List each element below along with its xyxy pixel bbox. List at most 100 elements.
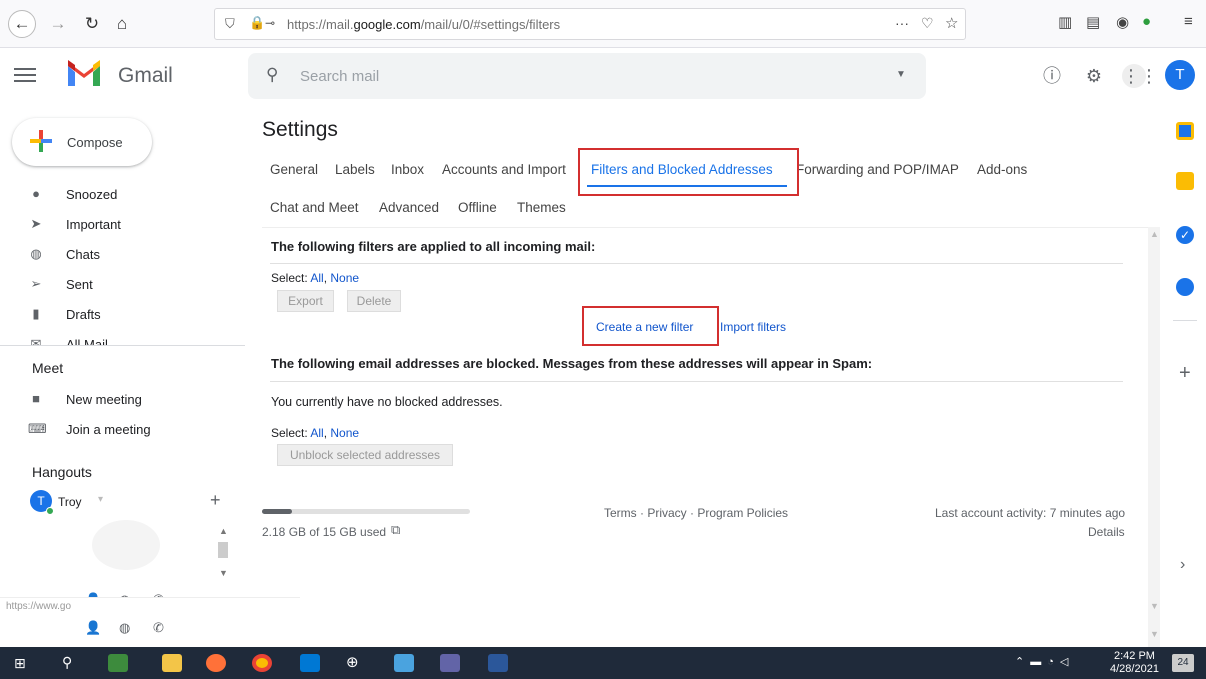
- scroll-down-icon[interactable]: ▼: [1150, 629, 1159, 639]
- lock-icon: 🔒: [249, 15, 266, 30]
- person-icon[interactable]: 👤: [85, 620, 101, 636]
- calendar-icon[interactable]: [1176, 122, 1194, 140]
- file-explorer-icon[interactable]: [162, 654, 182, 672]
- reload-button[interactable]: ↻: [78, 10, 106, 38]
- tab-addons[interactable]: Add-ons: [977, 162, 1027, 177]
- search-icon[interactable]: ⚲: [266, 65, 278, 85]
- tab-themes[interactable]: Themes: [517, 200, 566, 215]
- delete-button[interactable]: Delete: [347, 290, 401, 312]
- filters-heading: The following filters are applied to all…: [271, 239, 596, 254]
- sidebar-item-chats[interactable]: ◍ Chats: [0, 240, 245, 270]
- clock-date: 4/28/2021: [1110, 663, 1159, 675]
- hamburger-menu-icon[interactable]: ≡: [1184, 13, 1193, 30]
- network-app-icon[interactable]: [108, 654, 128, 672]
- bookmark-star-icon[interactable]: ☆: [945, 14, 958, 32]
- import-filters-link[interactable]: Import filters: [720, 320, 786, 334]
- outlook-icon[interactable]: [300, 654, 320, 672]
- arrow-left-icon: ←: [13, 14, 31, 33]
- compose-button[interactable]: Compose: [12, 118, 152, 166]
- add-chat-icon[interactable]: +: [210, 490, 221, 511]
- sidebar-item-sent[interactable]: ➢ Sent: [0, 270, 245, 300]
- tab-offline[interactable]: Offline: [458, 200, 497, 215]
- chat-bubble-icon[interactable]: ◍: [119, 620, 130, 636]
- sidebar-item-label: Drafts: [66, 307, 101, 322]
- sidebar-toggle-icon[interactable]: ▤: [1086, 13, 1100, 31]
- sidebar-item-important[interactable]: ➤ Important: [0, 210, 245, 240]
- system-tray-icons[interactable]: ⌃▬◔◁: [1015, 655, 1074, 668]
- check-extension-icon[interactable]: ●: [1142, 13, 1151, 30]
- firefox-icon[interactable]: [206, 654, 226, 672]
- chevron-right-icon[interactable]: ›: [1180, 556, 1185, 574]
- apps-grid-icon[interactable]: ⋮⋮: [1122, 64, 1158, 88]
- open-external-icon[interactable]: ⧉: [391, 522, 400, 538]
- scroll-up-icon[interactable]: ▲: [1150, 229, 1159, 239]
- details-link[interactable]: Details: [1088, 525, 1125, 539]
- search-box[interactable]: ⚲ Search mail ▼: [248, 53, 926, 99]
- select-none-link[interactable]: None: [330, 271, 359, 285]
- notification-badge[interactable]: 24: [1172, 654, 1194, 672]
- keyboard-icon: ⌨: [28, 421, 47, 436]
- search-icon[interactable]: ⚲: [62, 654, 72, 671]
- select-all-link[interactable]: All: [310, 271, 323, 285]
- scroll-down-icon[interactable]: ▼: [219, 568, 228, 578]
- forward-button[interactable]: →: [44, 10, 72, 38]
- select-none-link[interactable]: None: [330, 426, 359, 440]
- pocket-icon[interactable]: ♡: [921, 15, 934, 32]
- library-icon[interactable]: ▥: [1058, 13, 1072, 31]
- search-options-icon[interactable]: ▼: [896, 69, 906, 80]
- chat-bar: 👤 ◍ ✆: [85, 620, 185, 640]
- phone-icon[interactable]: ✆: [153, 620, 164, 636]
- divider: [270, 381, 1123, 382]
- hangouts-user-name[interactable]: Troy: [58, 495, 82, 509]
- new-meeting-item[interactable]: ■ New meeting: [0, 385, 245, 415]
- tab-labels[interactable]: Labels: [335, 162, 375, 177]
- extension-icon[interactable]: ◉: [1116, 13, 1129, 31]
- word-icon[interactable]: [488, 654, 508, 672]
- tab-chat-meet[interactable]: Chat and Meet: [270, 200, 359, 215]
- main-scrollbar[interactable]: ▲ ▼ ▼: [1148, 227, 1160, 647]
- keep-icon[interactable]: [1176, 172, 1194, 190]
- contacts-icon[interactable]: [1176, 278, 1194, 296]
- teams-icon[interactable]: [440, 654, 460, 672]
- account-avatar[interactable]: T: [1165, 60, 1195, 90]
- sidebar-item-snoozed[interactable]: ● Snoozed: [0, 180, 245, 210]
- tab-inbox[interactable]: Inbox: [391, 162, 424, 177]
- export-button[interactable]: Export: [277, 290, 334, 312]
- globe-icon[interactable]: ⊕: [346, 653, 359, 671]
- select-all-link[interactable]: All: [310, 426, 323, 440]
- windows-start-icon[interactable]: ⊞: [14, 655, 26, 672]
- hangouts-scrollbar[interactable]: ▲ ▼: [216, 522, 230, 582]
- home-icon: ⌂: [116, 14, 128, 33]
- tab-advanced[interactable]: Advanced: [379, 200, 439, 215]
- unblock-button[interactable]: Unblock selected addresses: [277, 444, 453, 466]
- page-actions-icon[interactable]: ···: [895, 15, 909, 31]
- app-icon[interactable]: [394, 654, 414, 672]
- help-icon[interactable]: ⓘ: [1040, 64, 1064, 88]
- tasks-icon[interactable]: ✓: [1176, 226, 1194, 244]
- windows-taskbar: ⊞ ⚲ ⊕ ⌃▬◔◁ 2:42 PM 4/28/2021 24: [0, 647, 1206, 679]
- back-button[interactable]: ←: [8, 10, 36, 38]
- tab-general[interactable]: General: [270, 162, 318, 177]
- settings-gear-icon[interactable]: ⚙: [1082, 64, 1106, 88]
- chevron-down-icon[interactable]: ▾: [98, 494, 103, 505]
- address-bar[interactable]: ⛉ 🔒 ⊸ https://mail.google.com/mail/u/0/#…: [214, 8, 966, 40]
- clock[interactable]: 2:42 PM 4/28/2021: [1110, 650, 1159, 676]
- browser-toolbar: ← → ↻ ⌂ ⛉ 🔒 ⊸ https://mail.google.com/ma…: [0, 0, 1206, 48]
- compose-plus-icon: [30, 130, 52, 152]
- blocked-heading: The following email addresses are blocke…: [271, 356, 873, 371]
- scroll-thumb[interactable]: [218, 542, 228, 558]
- sidebar-item-drafts[interactable]: ▮ Drafts: [0, 300, 245, 330]
- select-label: Select:: [271, 426, 308, 440]
- scroll-up-icon[interactable]: ▲: [219, 526, 228, 536]
- scroll-down-icon[interactable]: ▼: [1150, 601, 1159, 611]
- tab-forwarding[interactable]: Forwarding and POP/IMAP: [796, 162, 959, 177]
- join-meeting-item[interactable]: ⌨ Join a meeting: [0, 415, 245, 445]
- chrome-icon[interactable]: [252, 654, 272, 672]
- home-button[interactable]: ⌂: [108, 10, 136, 38]
- add-addon-icon[interactable]: +: [1179, 362, 1191, 385]
- sidebar-item-all-mail[interactable]: ✉ All Mail: [0, 330, 245, 345]
- main-menu-icon[interactable]: [14, 64, 36, 86]
- search-input[interactable]: Search mail: [300, 68, 379, 85]
- footer-links[interactable]: Terms · Privacy · Program Policies: [604, 506, 788, 520]
- tab-accounts[interactable]: Accounts and Import: [442, 162, 566, 177]
